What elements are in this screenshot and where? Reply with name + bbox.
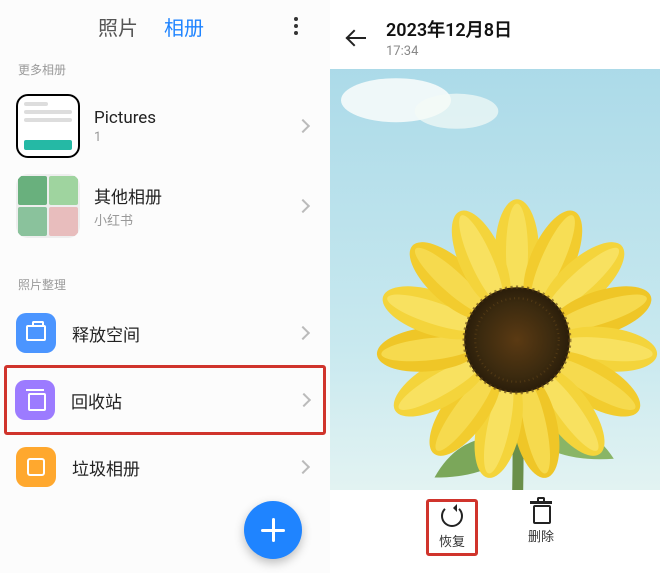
album-thumb: [16, 94, 80, 158]
photo-viewer[interactable]: [330, 69, 660, 490]
manage-label: 回收站: [71, 388, 299, 413]
photo-date: 2023年12月8日: [386, 16, 512, 42]
manage-label: 释放空间: [72, 321, 298, 346]
chevron-right-icon: [296, 199, 310, 213]
manage-free-space[interactable]: 释放空间: [12, 301, 318, 365]
restore-icon: [441, 505, 463, 527]
sunflower-image: [330, 69, 660, 490]
tab-photos[interactable]: 照片: [98, 12, 138, 41]
action-label: 恢复: [439, 531, 465, 550]
album-text: Pictures 1: [94, 108, 298, 145]
chevron-right-icon: [296, 119, 310, 133]
top-tabs: 照片 相册: [12, 0, 318, 49]
album-source: 小红书: [94, 210, 298, 229]
album-row-pictures[interactable]: Pictures 1: [12, 86, 318, 166]
box-icon: [16, 313, 56, 353]
album-row-others[interactable]: 其他相册 小红书: [12, 166, 318, 246]
detail-header: 2023年12月8日 17:34: [330, 0, 660, 69]
more-menu-icon[interactable]: [284, 14, 308, 38]
trash-icon: [15, 380, 55, 420]
back-icon[interactable]: [346, 27, 368, 49]
photo-detail-pane: 2023年12月8日 17:34: [330, 0, 660, 573]
square-icon: [16, 447, 56, 487]
manage-label: 垃圾相册: [72, 455, 298, 480]
header-text: 2023年12月8日 17:34: [386, 16, 512, 59]
chevron-right-icon: [296, 460, 310, 474]
add-album-button[interactable]: [244, 501, 302, 559]
album-text: 其他相册 小红书: [94, 183, 298, 229]
photo-time: 17:34: [386, 44, 512, 59]
detail-actions: 恢复 删除: [330, 490, 660, 573]
albums-pane: 照片 相册 更多相册 Pictures 1 其他相册 小红书 照片整理 释放空间: [0, 0, 330, 573]
restore-button[interactable]: 恢复: [426, 499, 478, 556]
album-count: 1: [94, 130, 298, 145]
trash-icon: [532, 502, 550, 522]
album-thumb: [16, 174, 80, 238]
album-title: 其他相册: [94, 183, 298, 208]
manage-junk-album[interactable]: 垃圾相册: [12, 435, 318, 499]
section-photo-manage: 照片整理: [18, 276, 312, 293]
album-title: Pictures: [94, 108, 298, 128]
tab-albums[interactable]: 相册: [164, 12, 204, 41]
action-label: 删除: [528, 526, 554, 545]
manage-recycle-bin[interactable]: 回收站: [4, 365, 326, 435]
delete-button[interactable]: 删除: [528, 502, 554, 553]
chevron-right-icon: [297, 393, 311, 407]
section-more-albums: 更多相册: [18, 61, 312, 78]
chevron-right-icon: [296, 326, 310, 340]
